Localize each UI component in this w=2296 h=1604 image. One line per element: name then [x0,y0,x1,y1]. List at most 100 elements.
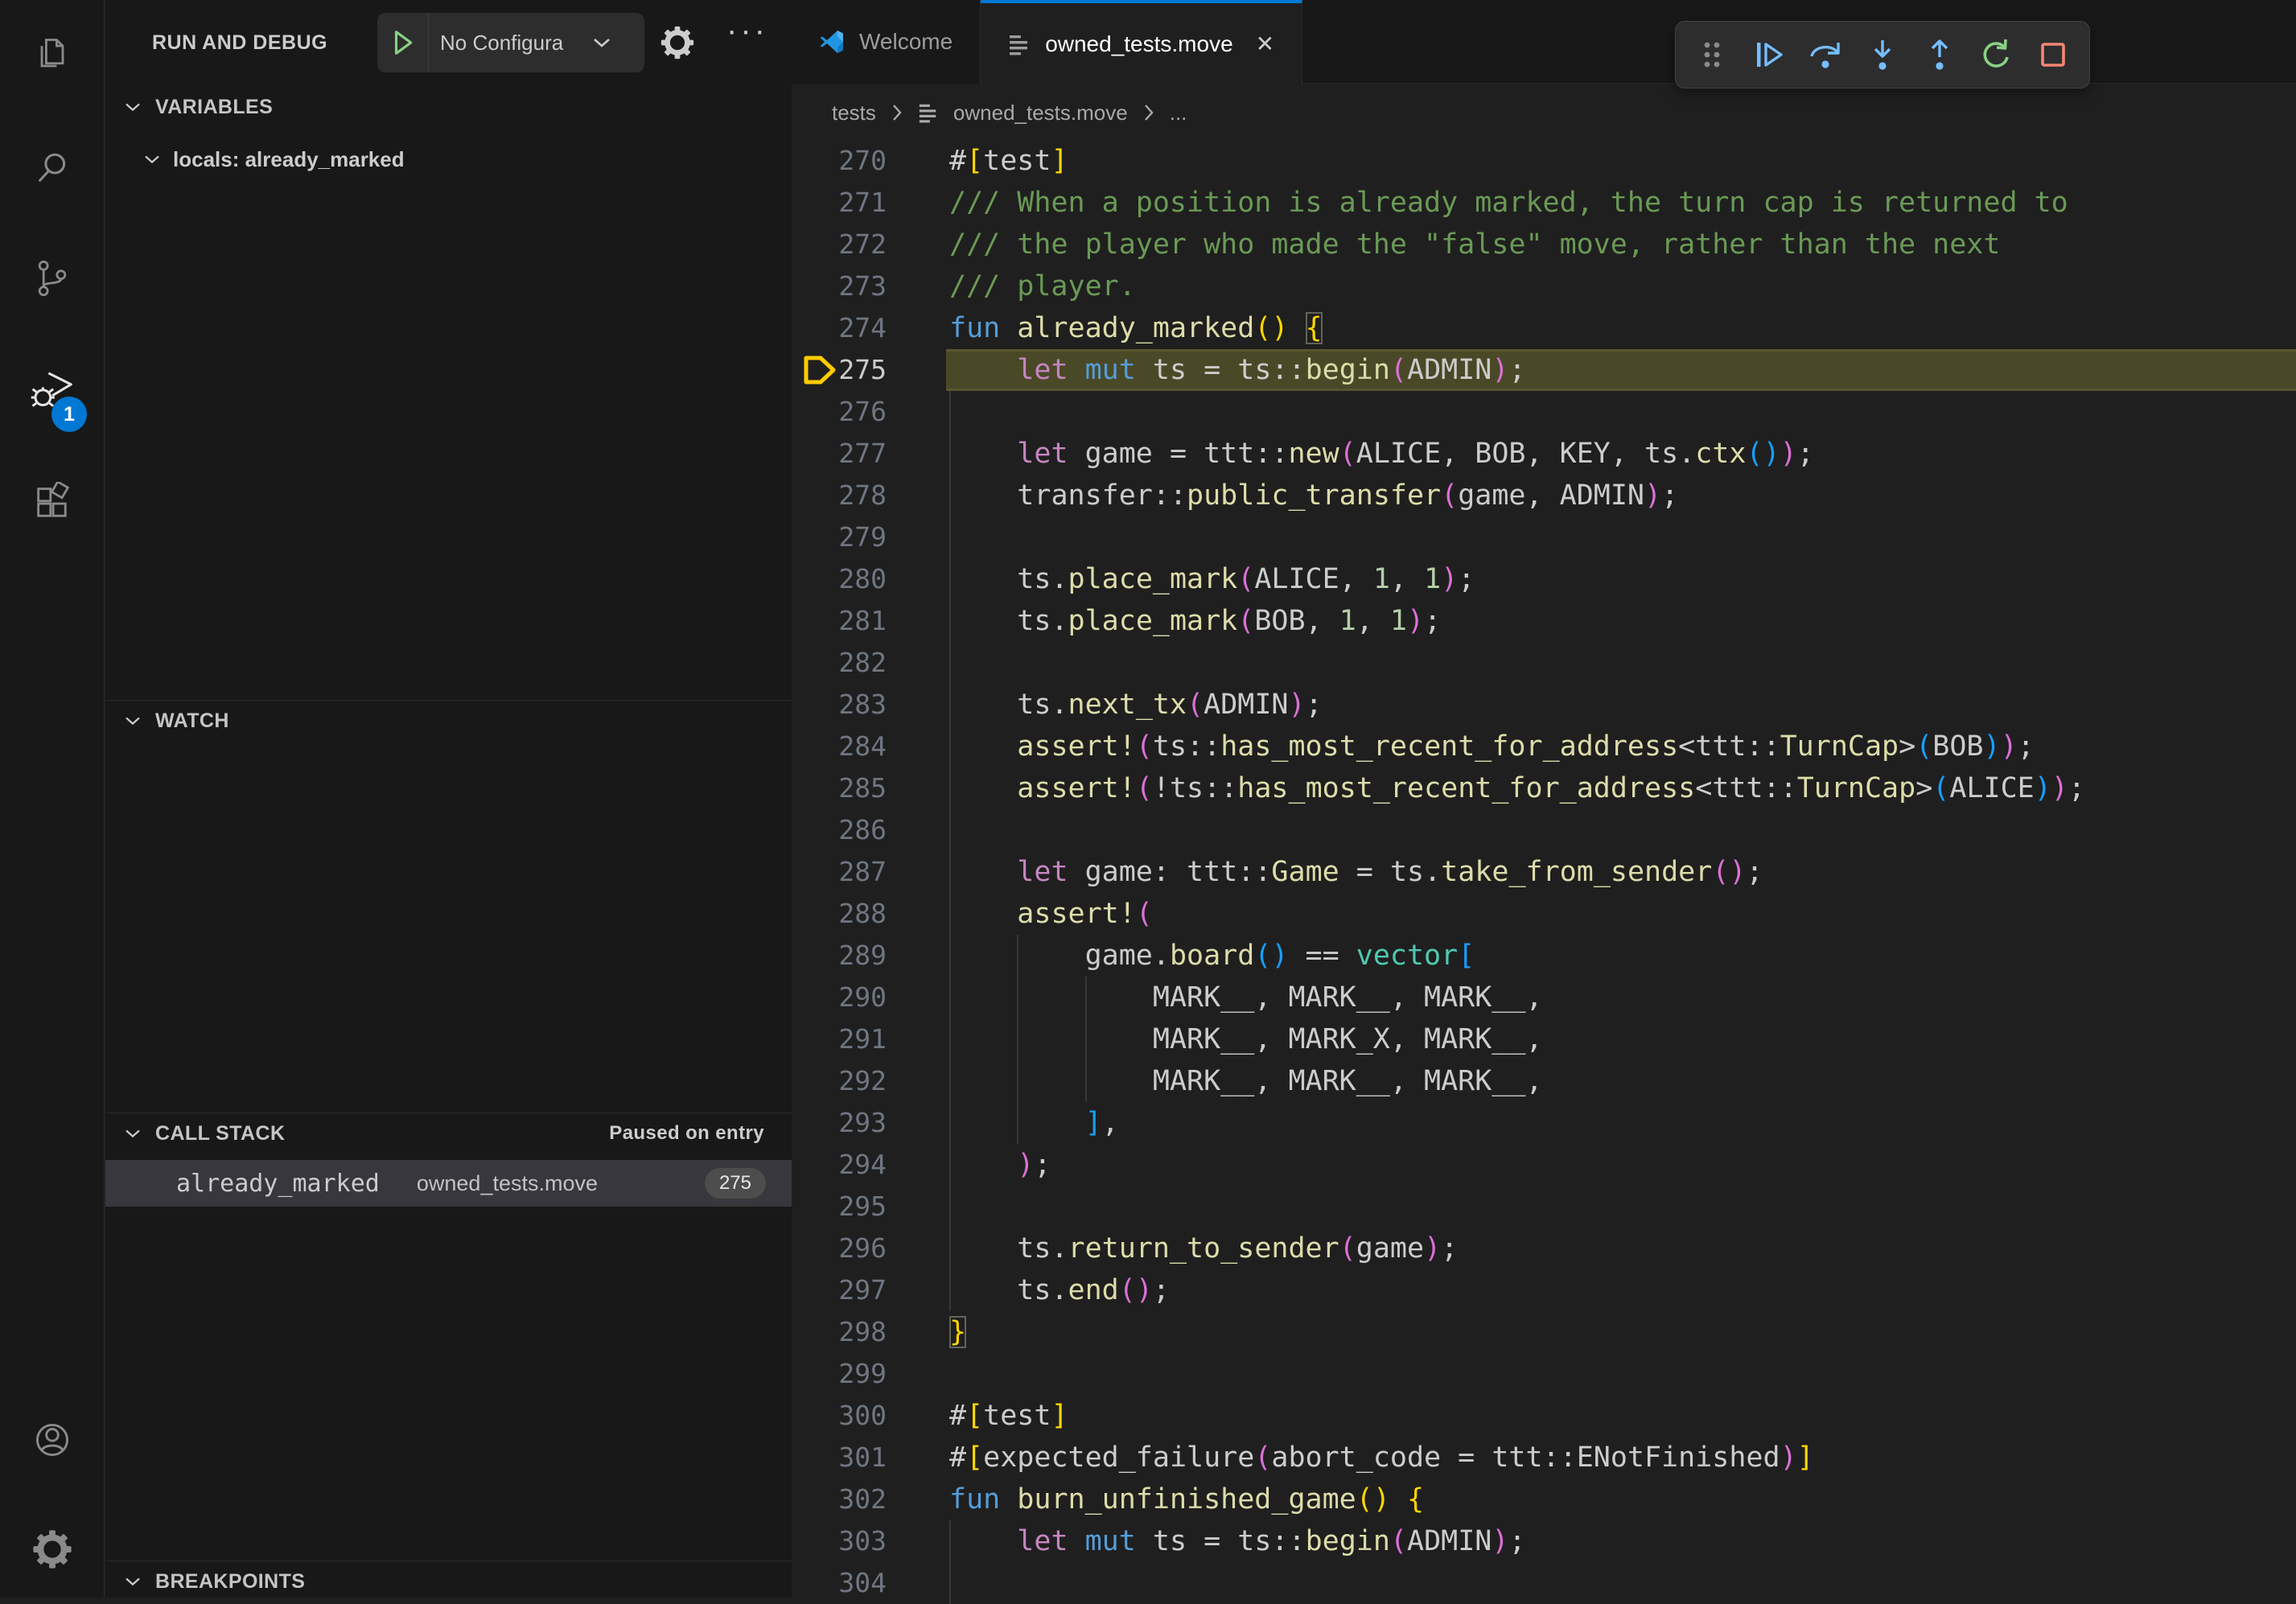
code-line[interactable]: 291 MARK__, MARK_X, MARK__, [792,1018,2296,1060]
code-line[interactable]: 284 assert!(ts::has_most_recent_for_addr… [792,726,2296,767]
code-line[interactable]: 285 assert!(!ts::has_most_recent_for_add… [792,767,2296,809]
breadcrumb-item-tests[interactable]: tests [832,101,876,125]
step-over-button[interactable] [1800,29,1851,80]
line-number[interactable]: 289 [792,935,887,977]
code-line[interactable]: 278 transfer::public_transfer(game, ADMI… [792,475,2296,516]
activity-extensions[interactable] [0,450,104,555]
breakpoints-section-header[interactable]: BREAKPOINTS [105,1561,792,1602]
code-line[interactable]: 301#[expected_failure(abort_code = ttt::… [792,1437,2296,1479]
code-line[interactable]: 298} [792,1311,2296,1353]
code-area[interactable]: 270#[test]271/// When a position is alre… [792,140,2296,1604]
code-line[interactable]: 286 [792,809,2296,851]
line-number[interactable]: 295 [792,1186,887,1228]
line-number[interactable]: 292 [792,1060,887,1102]
line-number[interactable]: 290 [792,977,887,1018]
code-line[interactable]: 293 ], [792,1102,2296,1144]
line-number[interactable]: 282 [792,642,887,684]
line-number[interactable]: 298 [792,1311,887,1353]
code-line[interactable]: 294 ); [792,1144,2296,1186]
code-line[interactable]: 304 [792,1562,2296,1604]
activity-run-and-debug[interactable]: 1 [0,339,104,443]
line-number[interactable]: 285 [792,767,887,809]
line-number[interactable]: 301 [792,1437,887,1479]
line-number[interactable]: 286 [792,809,887,851]
activity-search[interactable] [0,116,104,220]
code-line[interactable]: 277 let game = ttt::new(ALICE, BOB, KEY,… [792,433,2296,475]
call-stack-section-header[interactable]: CALL STACK Paused on entry [105,1113,792,1154]
code-line[interactable]: 271/// When a position is already marked… [792,182,2296,224]
step-out-button[interactable] [1914,29,1965,80]
code-line[interactable]: 276 [792,391,2296,433]
code-line[interactable]: 299 [792,1353,2296,1395]
line-number[interactable]: 304 [792,1562,887,1604]
code-line[interactable]: 272/// the player who made the "false" m… [792,224,2296,265]
code-line[interactable]: 290 MARK__, MARK__, MARK__, [792,977,2296,1018]
watch-section-header[interactable]: WATCH [105,701,792,741]
code-line[interactable]: 282 [792,642,2296,684]
line-number[interactable]: 271 [792,182,887,224]
variables-scope-locals[interactable]: locals: already_marked [105,138,792,180]
code-line[interactable]: 303 let mut ts = ts::begin(ADMIN); [792,1520,2296,1562]
line-number[interactable]: 276 [792,391,887,433]
step-into-button[interactable] [1858,29,1908,80]
breadcrumb-item-symbol[interactable]: ... [1170,101,1187,125]
line-number[interactable]: 270 [792,140,887,182]
line-number[interactable]: 274 [792,307,887,349]
continue-button[interactable] [1744,29,1795,80]
breadcrumb-item-file[interactable]: owned_tests.move [953,101,1128,125]
toolbar-drag-handle[interactable] [1687,29,1738,80]
activity-source-control[interactable] [0,226,104,331]
line-number[interactable]: 303 [792,1520,887,1562]
code-line[interactable]: 287 let game: ttt::Game = ts.take_from_s… [792,851,2296,893]
line-number[interactable]: 273 [792,265,887,307]
line-number[interactable]: 294 [792,1144,887,1186]
line-number[interactable]: 277 [792,433,887,475]
line-number[interactable]: 288 [792,893,887,935]
activity-explorer[interactable] [0,3,104,108]
code-line[interactable]: 283 ts.next_tx(ADMIN); [792,684,2296,726]
code-line[interactable]: 281 ts.place_mark(BOB, 1, 1); [792,600,2296,642]
line-number[interactable]: 302 [792,1479,887,1520]
activity-settings[interactable] [0,1497,104,1602]
line-number[interactable]: 297 [792,1269,887,1311]
line-number[interactable]: 284 [792,726,887,767]
code-line[interactable]: 270#[test] [792,140,2296,182]
code-line[interactable]: 280 ts.place_mark(ALICE, 1, 1); [792,558,2296,600]
activity-account[interactable] [0,1388,104,1492]
line-number[interactable]: 299 [792,1353,887,1395]
code-line[interactable]: 275 let mut ts = ts::begin(ADMIN); [792,349,2296,391]
code-line[interactable]: 289 game.board() == vector[ [792,935,2296,977]
line-number[interactable]: 283 [792,684,887,726]
code-line[interactable]: 288 assert!( [792,893,2296,935]
code-line[interactable]: 292 MARK__, MARK__, MARK__, [792,1060,2296,1102]
code-line[interactable]: 279 [792,516,2296,558]
code-line[interactable]: 296 ts.return_to_sender(game); [792,1228,2296,1269]
debug-settings-gear-icon[interactable] [659,24,696,61]
code-line[interactable]: 302fun burn_unfinished_game() { [792,1479,2296,1520]
code-line[interactable]: 274fun already_marked() { [792,307,2296,349]
line-number[interactable]: 281 [792,600,887,642]
line-number[interactable]: 275 [792,349,887,391]
code-line[interactable]: 297 ts.end(); [792,1269,2296,1311]
restart-button[interactable] [1971,29,2022,80]
call-stack-frame[interactable]: already_marked owned_tests.move 275 [105,1160,792,1207]
code-line[interactable]: 295 [792,1186,2296,1228]
line-number[interactable]: 293 [792,1102,887,1144]
line-number[interactable]: 296 [792,1228,887,1269]
more-actions-icon[interactable]: ··· [726,13,768,49]
code-line[interactable]: 273/// player. [792,265,2296,307]
close-icon[interactable]: ✕ [1256,31,1274,57]
line-number[interactable]: 278 [792,475,887,516]
tab-welcome[interactable]: Welcome [792,0,981,84]
line-number[interactable]: 280 [792,558,887,600]
line-number[interactable]: 300 [792,1395,887,1437]
line-number[interactable]: 279 [792,516,887,558]
line-number[interactable]: 272 [792,224,887,265]
line-number[interactable]: 291 [792,1018,887,1060]
tab-owned-tests-move[interactable]: owned_tests.move ✕ [981,0,1302,84]
stop-button[interactable] [2027,29,2078,80]
code-line[interactable]: 300#[test] [792,1395,2296,1437]
launch-config-dropdown[interactable]: No Configura [377,13,644,72]
start-debug-icon[interactable] [377,13,429,72]
line-number[interactable]: 287 [792,851,887,893]
